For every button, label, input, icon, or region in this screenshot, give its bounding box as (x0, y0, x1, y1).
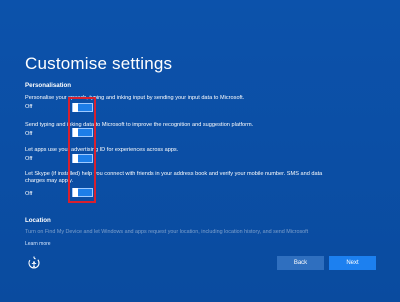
section-heading-personalisation: Personalisation (25, 82, 72, 89)
next-button[interactable]: Next (329, 256, 376, 270)
section-heading-location: Location (25, 217, 51, 224)
setting-state-typing: Off (25, 131, 33, 137)
setting-state-advertising: Off (25, 156, 33, 162)
highlight-box (68, 97, 96, 203)
ease-of-access-icon[interactable] (27, 256, 41, 270)
learn-more-link[interactable]: Learn more (25, 241, 51, 247)
location-description: Turn on Find My Device and let Windows a… (25, 229, 309, 235)
setting-state-speech: Off (25, 104, 33, 110)
setting-state-skype: Off (25, 191, 33, 197)
back-button[interactable]: Back (277, 256, 324, 270)
setup-screen: Customise settings Personalisation Perso… (0, 0, 400, 302)
page-title: Customise settings (25, 54, 173, 73)
